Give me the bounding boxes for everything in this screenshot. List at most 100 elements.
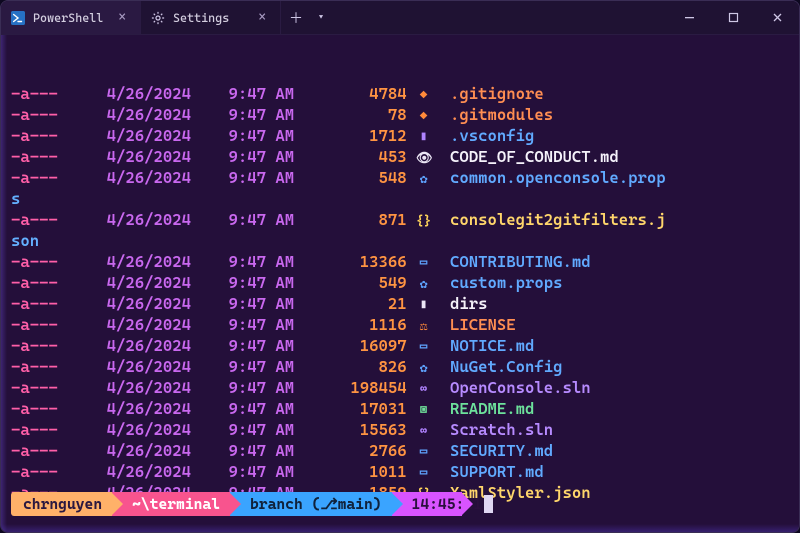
size-col: 548 <box>294 167 407 188</box>
mode-col: -a--- <box>11 356 69 377</box>
file-type-icon: {} <box>416 211 431 232</box>
size-col: 78 <box>294 104 407 125</box>
date-col: 4/26/2024 <box>97 146 191 167</box>
new-tab-button[interactable]: ＋ <box>281 1 311 34</box>
mode-col: -a--- <box>11 293 69 314</box>
time-col: 9:47 AM <box>219 167 294 188</box>
table-row: -a---4/26/20249:47 AM21▮dirs <box>11 293 789 314</box>
table-row: -a---4/26/20249:47 AM826✿NuGet.Config <box>11 356 789 377</box>
file-name: consolegit2gitfilters.j <box>450 209 666 230</box>
mode-col: -a--- <box>11 272 69 293</box>
date-col: 4/26/2024 <box>97 167 191 188</box>
tab-strip: PowerShell×Settings× <box>1 1 281 34</box>
size-col: 16097 <box>294 335 407 356</box>
close-window-button[interactable] <box>755 1 799 34</box>
mode-col: -a--- <box>11 314 69 335</box>
file-name: .gitignore <box>450 83 544 104</box>
file-type-icon: ▮ <box>416 295 431 316</box>
mode-col: -a--- <box>11 83 69 104</box>
file-name: SECURITY.md <box>450 440 553 461</box>
maximize-button[interactable] <box>711 1 755 34</box>
date-col: 4/26/2024 <box>97 335 191 356</box>
size-col: 871 <box>294 209 407 230</box>
table-row: -a---4/26/20249:47 AM4784◆.gitignore <box>11 83 789 104</box>
mode-col: -a--- <box>11 335 69 356</box>
file-type-icon: ▭ <box>416 463 431 484</box>
wrapped-filename-continuation: son <box>11 230 789 251</box>
file-name: NOTICE.md <box>450 335 534 356</box>
time-col: 9:47 AM <box>219 377 294 398</box>
minimize-button[interactable] <box>667 1 711 34</box>
date-col: 4/26/2024 <box>97 251 191 272</box>
date-col: 4/26/2024 <box>97 83 191 104</box>
table-row: -a---4/26/20249:47 AM453👁CODE_OF_CONDUCT… <box>11 146 789 167</box>
mode-col: -a--- <box>11 398 69 419</box>
file-type-icon: ▭ <box>416 337 431 358</box>
table-row: -a---4/26/20249:47 AM549✿custom.props <box>11 272 789 293</box>
time-col: 9:47 AM <box>219 398 294 419</box>
date-col: 4/26/2024 <box>97 356 191 377</box>
file-type-icon: 👁 <box>416 148 431 169</box>
date-col: 4/26/2024 <box>97 398 191 419</box>
file-type-icon: ▭ <box>416 253 431 274</box>
size-col: 13366 <box>294 251 407 272</box>
gear-icon <box>151 11 165 25</box>
file-type-icon: ▭ <box>416 442 431 463</box>
wrapped-filename-continuation: s <box>11 188 789 209</box>
table-row: -a---4/26/20249:47 AM1712▮.vsconfig <box>11 125 789 146</box>
file-name: README.md <box>450 398 534 419</box>
close-tab-button[interactable]: × <box>114 8 130 27</box>
prompt-bar: chrnguyen ~\terminal branch (⎇main) 14:4… <box>11 492 789 516</box>
file-name: .vsconfig <box>450 125 534 146</box>
date-col: 4/26/2024 <box>97 419 191 440</box>
titlebar: PowerShell×Settings× ＋ ▾ <box>1 1 799 35</box>
mode-col: -a--- <box>11 461 69 482</box>
time-col: 9:47 AM <box>219 251 294 272</box>
date-col: 4/26/2024 <box>97 461 191 482</box>
mode-col: -a--- <box>11 167 69 188</box>
time-col: 9:47 AM <box>219 209 294 230</box>
cursor-block <box>484 495 493 513</box>
size-col: 1712 <box>294 125 407 146</box>
file-name: NuGet.Config <box>450 356 563 377</box>
app-window: PowerShell×Settings× ＋ ▾ -a---4/26/20249… <box>0 0 800 533</box>
size-col: 1011 <box>294 461 407 482</box>
mode-col: -a--- <box>11 104 69 125</box>
date-col: 4/26/2024 <box>97 209 191 230</box>
file-type-icon: ∞ <box>416 421 431 442</box>
mode-col: -a--- <box>11 125 69 146</box>
prompt-branch-segment: branch (⎇main) <box>230 492 392 516</box>
size-col: 826 <box>294 356 407 377</box>
terminal-surface[interactable]: -a---4/26/20249:47 AM4784◆.gitignore-a--… <box>1 35 799 532</box>
file-name: CONTRIBUTING.md <box>450 251 591 272</box>
time-col: 9:47 AM <box>219 419 294 440</box>
size-col: 2766 <box>294 440 407 461</box>
date-col: 4/26/2024 <box>97 125 191 146</box>
size-col: 15563 <box>294 419 407 440</box>
mode-col: -a--- <box>11 209 69 230</box>
prompt-user-segment: chrnguyen <box>11 492 112 516</box>
table-row: -a---4/26/20249:47 AM13366▭CONTRIBUTING.… <box>11 251 789 272</box>
size-col: 17031 <box>294 398 407 419</box>
tab-dropdown-button[interactable]: ▾ <box>311 1 331 34</box>
date-col: 4/26/2024 <box>97 272 191 293</box>
date-col: 4/26/2024 <box>97 314 191 335</box>
tab-powershell[interactable]: PowerShell × <box>1 1 141 34</box>
file-name: Scratch.sln <box>450 419 553 440</box>
mode-col: -a--- <box>11 419 69 440</box>
close-tab-button[interactable]: × <box>254 8 270 27</box>
table-row: -a---4/26/20249:47 AM1011▭SUPPORT.md <box>11 461 789 482</box>
file-type-icon: ✿ <box>416 274 431 295</box>
time-col: 9:47 AM <box>219 272 294 293</box>
file-name: .gitmodules <box>450 104 553 125</box>
file-type-icon: ✿ <box>416 169 431 190</box>
tab-label: PowerShell <box>33 11 103 25</box>
mode-col: -a--- <box>11 377 69 398</box>
file-type-icon: ▮ <box>416 127 431 148</box>
table-row: -a---4/26/20249:47 AM548✿common.opencons… <box>11 167 789 188</box>
table-row: -a---4/26/20249:47 AM16097▭NOTICE.md <box>11 335 789 356</box>
time-col: 9:47 AM <box>219 146 294 167</box>
time-col: 9:47 AM <box>219 293 294 314</box>
prompt-path-segment: ~\terminal <box>112 492 230 516</box>
tab-settings[interactable]: Settings× <box>141 1 281 34</box>
